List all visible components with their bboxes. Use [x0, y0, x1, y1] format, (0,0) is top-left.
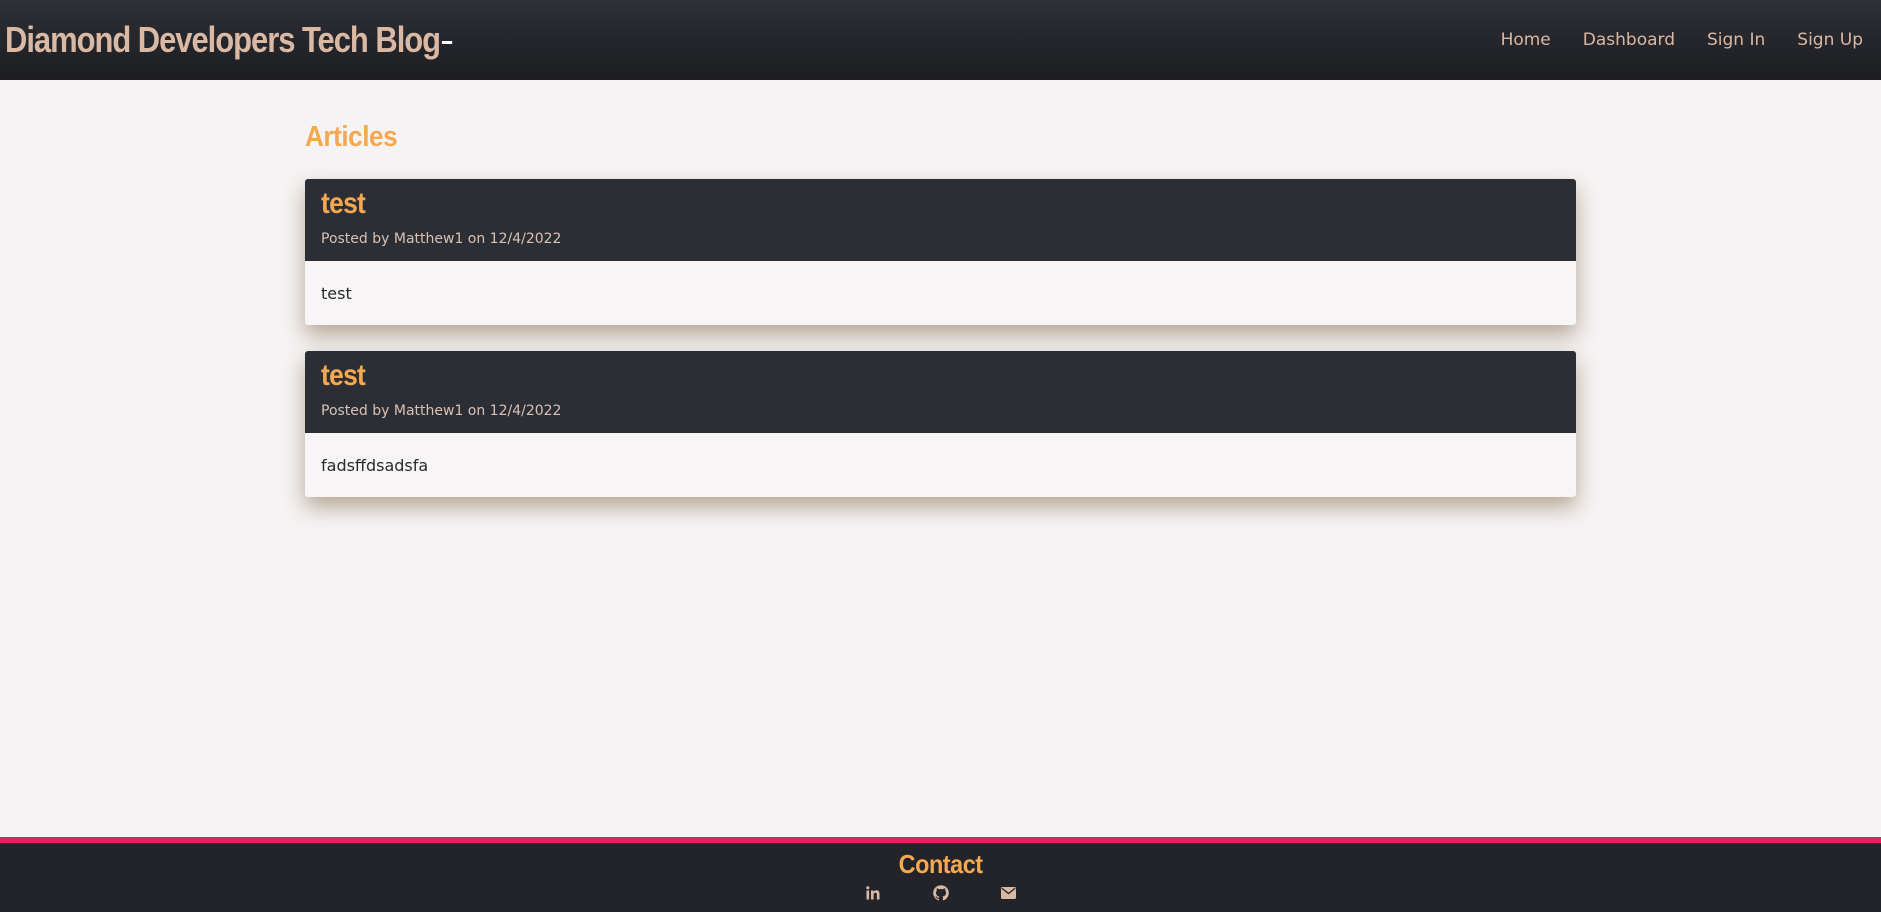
envelope-icon[interactable]: [999, 883, 1019, 903]
footer-icons: [0, 883, 1881, 903]
navbar: Diamond Developers Tech Blog Home Dashbo…: [0, 0, 1881, 80]
article-body: fadsffdsadsfa: [321, 455, 429, 475]
brand-title: Diamond Developers Tech Blog: [5, 19, 441, 60]
main-content: Articles test Posted by Matthew1 on 12/4…: [305, 80, 1576, 497]
footer-title: Contact: [898, 849, 983, 879]
article-title[interactable]: test: [321, 357, 1411, 395]
article-body: test: [321, 283, 352, 303]
article-card[interactable]: test Posted by Matthew1 on 12/4/2022 fad…: [305, 351, 1576, 497]
footer: Contact: [0, 837, 1881, 912]
nav-dashboard-link[interactable]: Dashboard: [1583, 30, 1675, 50]
article-header: test Posted by Matthew1 on 12/4/2022: [305, 351, 1576, 433]
nav-home-link[interactable]: Home: [1501, 30, 1551, 50]
article-list: test Posted by Matthew1 on 12/4/2022 tes…: [305, 179, 1576, 497]
github-icon[interactable]: [931, 883, 951, 903]
brand-cursor: [441, 40, 453, 44]
nav-sign-up-link[interactable]: Sign Up: [1797, 30, 1863, 50]
article-header: test Posted by Matthew1 on 12/4/2022: [305, 179, 1576, 261]
article-card[interactable]: test Posted by Matthew1 on 12/4/2022 tes…: [305, 179, 1576, 325]
article-meta: Posted by Matthew1 on 12/4/2022: [321, 231, 562, 247]
nav-sign-in-link[interactable]: Sign In: [1707, 30, 1765, 50]
article-meta: Posted by Matthew1 on 12/4/2022: [321, 403, 562, 419]
linkedin-icon[interactable]: [863, 883, 883, 903]
brand-link[interactable]: Diamond Developers Tech Blog: [5, 19, 453, 61]
article-title[interactable]: test: [321, 185, 1411, 223]
nav-links: Home Dashboard Sign In Sign Up: [1501, 30, 1863, 50]
section-title: Articles: [305, 121, 398, 153]
